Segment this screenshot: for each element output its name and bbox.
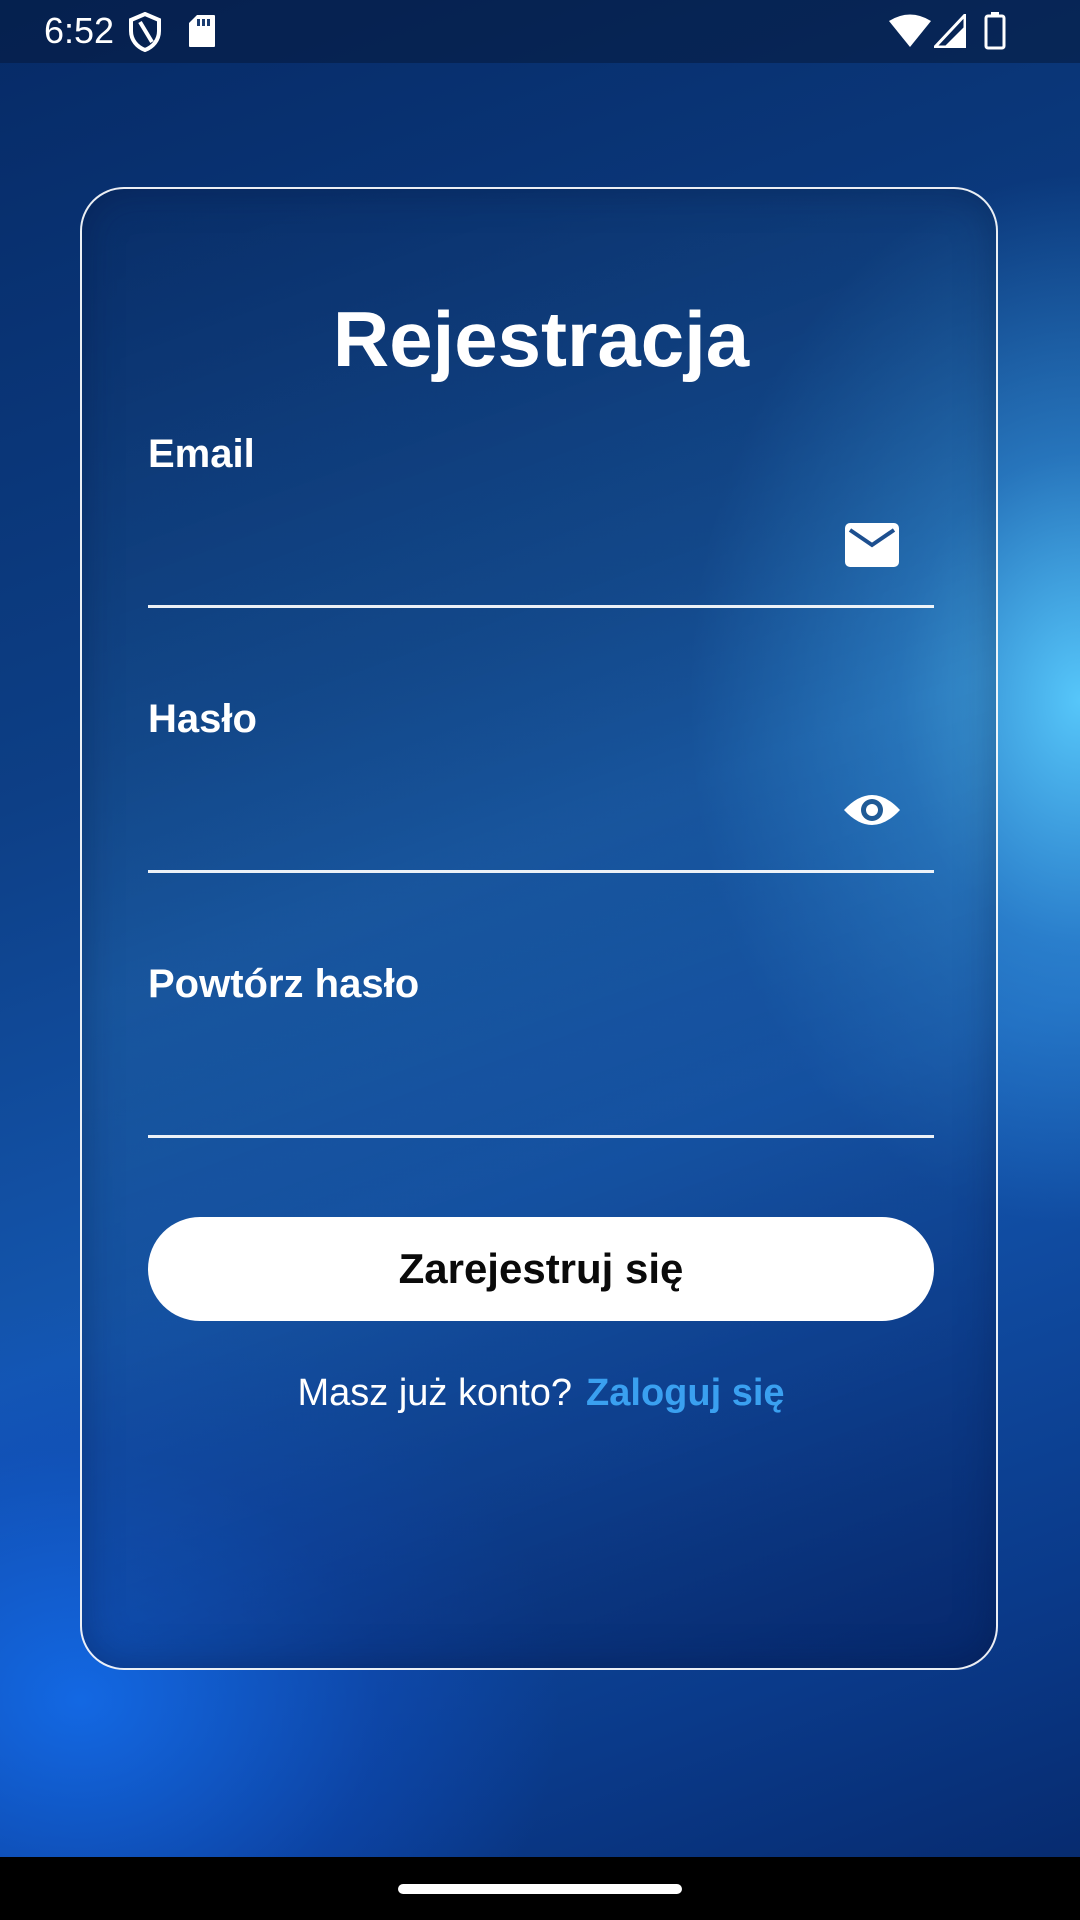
- repeat-password-input[interactable]: [148, 1045, 848, 1105]
- page-title: Rejestracja: [332, 295, 750, 383]
- password-field: Hasło: [148, 694, 934, 874]
- login-prompt-text: Masz już konto?: [297, 1372, 573, 1414]
- mail-icon: [842, 515, 902, 575]
- status-bar: 6:52: [0, 0, 1080, 63]
- login-link[interactable]: Zaloguj się: [586, 1372, 784, 1414]
- password-input[interactable]: [148, 780, 848, 840]
- registration-card: Rejestracja Email Hasło Powtórz hasło Za…: [80, 187, 998, 1670]
- home-gesture-handle[interactable]: [398, 1884, 682, 1894]
- repeat-password-field: Powtórz hasło: [148, 959, 934, 1139]
- password-label: Hasło: [148, 697, 257, 741]
- login-prompt-row: Masz już konto? Zaloguj się: [82, 1369, 1000, 1417]
- navigation-bar: [0, 1857, 1080, 1920]
- signal-icon: [934, 14, 966, 48]
- email-field: Email: [148, 429, 934, 609]
- shield-icon: [129, 12, 161, 52]
- eye-icon[interactable]: [842, 780, 902, 840]
- password-underline: [148, 870, 934, 873]
- status-time: 6:52: [44, 10, 115, 51]
- repeat-password-label: Powtórz hasło: [148, 962, 420, 1006]
- email-underline: [148, 605, 934, 608]
- repeat-password-underline: [148, 1135, 934, 1138]
- register-button[interactable]: Zarejestruj się: [148, 1217, 934, 1321]
- email-label: Email: [148, 432, 255, 476]
- wifi-icon: [889, 14, 931, 47]
- battery-icon: [984, 12, 1006, 50]
- email-input[interactable]: [148, 515, 848, 575]
- sd-card-icon: [189, 15, 215, 47]
